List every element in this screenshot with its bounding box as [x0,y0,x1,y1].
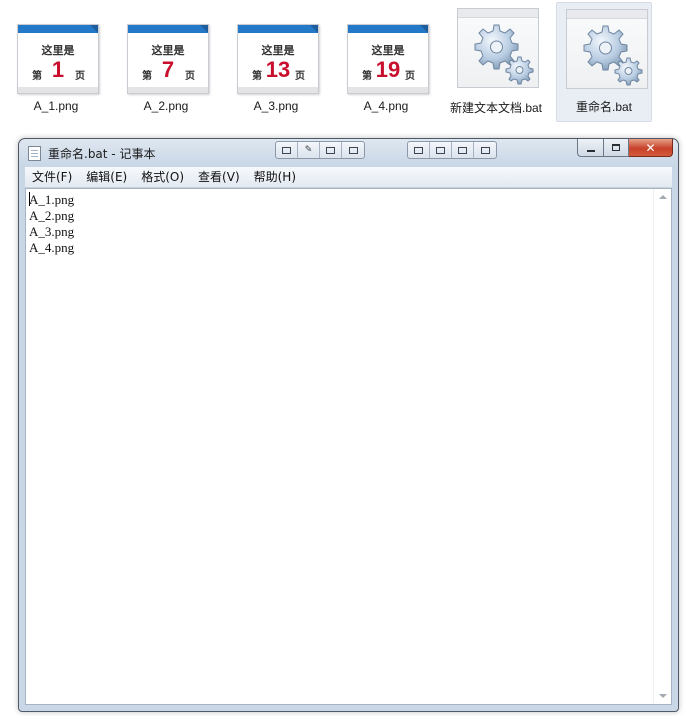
notepad-window: 重命名.bat - 记事本 ✎ ✕ 文件(F) 编辑(E) 格式(O) 查看(V… [18,138,679,712]
window-tool-icon[interactable] [430,142,452,158]
close-icon: ✕ [645,140,656,155]
title-toolbar-right [407,141,497,159]
file-name: 重命名.bat [575,100,633,114]
minimize-icon [586,149,595,152]
file-name: A_3.png [253,99,299,113]
file-list: 这里是 第 1 页 A_1.png 这里是 第 7 页 A_2.png 这里是 [0,0,695,135]
file-name: A_2.png [143,99,189,113]
vertical-scrollbar[interactable] [653,189,671,704]
file-item-a3[interactable]: 这里是 第 13 页 A_3.png [228,2,324,122]
minimize-button[interactable] [577,139,603,157]
caption-buttons: ✕ [577,139,673,157]
page-number: 13 [265,57,291,82]
window-tool-icon[interactable] [320,142,342,158]
window-tool-icon[interactable] [408,142,430,158]
file-item-a2[interactable]: 这里是 第 7 页 A_2.png [118,2,214,122]
menu-file[interactable]: 文件(F) [25,167,79,187]
editor-text[interactable]: A_1.png A_2.png A_3.png A_4.png [29,192,651,256]
title-bar[interactable]: 重命名.bat - 记事本 ✎ ✕ [19,139,678,167]
menu-help[interactable]: 帮助(H) [247,167,303,187]
menu-edit[interactable]: 编辑(E) [79,167,134,187]
maximize-button[interactable] [603,139,629,157]
pin-icon[interactable]: ✎ [298,142,320,158]
text-line: A_1.png [29,192,75,207]
text-editor[interactable]: A_1.png A_2.png A_3.png A_4.png [25,188,672,705]
file-item-a4[interactable]: 这里是 第 19 页 A_4.png [338,2,434,122]
maximize-icon [612,144,620,151]
page-number: 1 [51,57,65,82]
title-toolbar-left: ✎ [275,141,365,159]
window-title: 重命名.bat - 记事本 [48,147,156,161]
notepad-icon [28,146,41,161]
png-thumbnail: 这里是 第 1 页 [17,24,99,94]
file-name: A_4.png [363,99,409,113]
close-button[interactable]: ✕ [629,139,673,157]
file-name: A_1.png [33,99,79,113]
text-line: A_4.png [29,240,75,255]
text-line: A_2.png [29,208,75,223]
window-tool-icon[interactable] [276,142,298,158]
window-tool-icon[interactable] [474,142,496,158]
png-thumbnail: 这里是 第 13 页 [237,24,319,94]
page-number: 7 [161,57,175,82]
scroll-up-icon[interactable] [659,195,667,199]
text-line: A_3.png [29,224,75,239]
file-name: 新建文本文档.bat [449,101,543,115]
menu-format[interactable]: 格式(O) [134,167,191,187]
batch-gear-icon [457,8,539,88]
menu-view[interactable]: 查看(V) [191,167,247,187]
file-item-new-bat[interactable]: 新建文本文档.bat [448,2,544,122]
batch-gear-icon [566,9,648,89]
scroll-down-icon[interactable] [659,694,667,698]
menu-bar: 文件(F) 编辑(E) 格式(O) 查看(V) 帮助(H) [25,167,672,188]
window-tool-icon[interactable] [342,142,364,158]
page-number: 19 [375,57,401,82]
png-thumbnail: 这里是 第 19 页 [347,24,429,94]
file-item-rename-bat[interactable]: 重命名.bat [556,2,652,122]
file-item-a1[interactable]: 这里是 第 1 页 A_1.png [8,2,104,122]
png-thumbnail: 这里是 第 7 页 [127,24,209,94]
window-tool-icon[interactable] [452,142,474,158]
